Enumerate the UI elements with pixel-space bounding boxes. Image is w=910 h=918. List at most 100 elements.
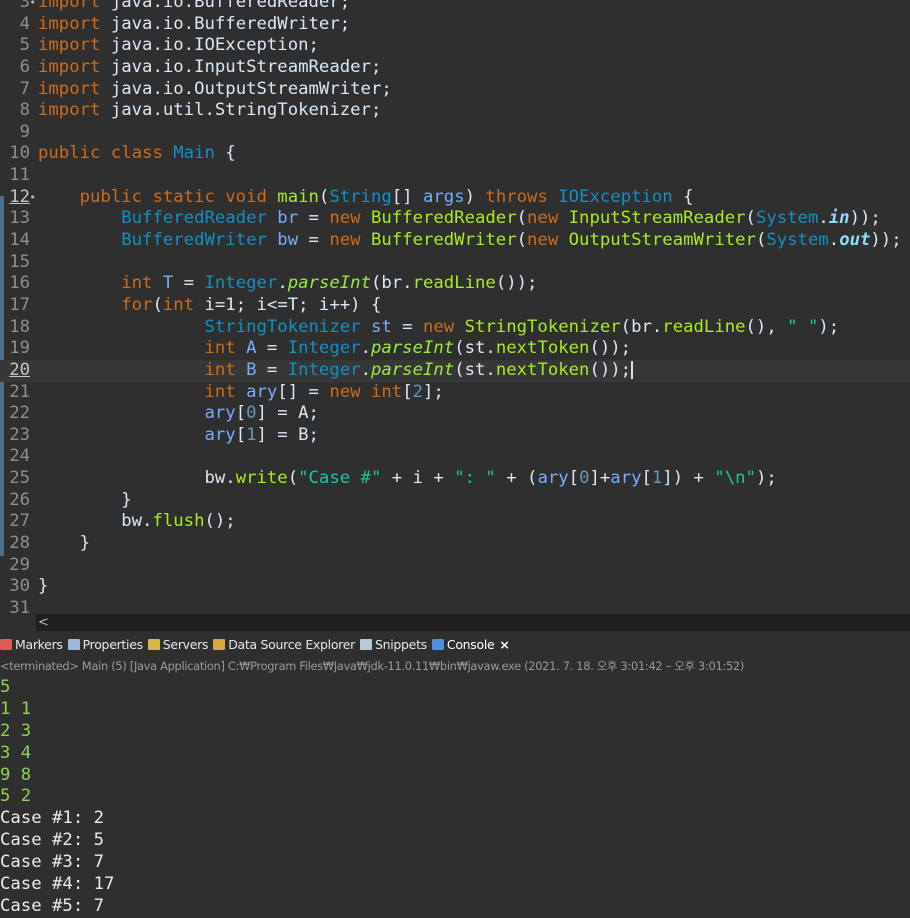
code-token: } xyxy=(38,533,91,554)
code-line[interactable]: 15 xyxy=(0,252,910,274)
tab-data-source-explorer[interactable]: Data Source Explorer xyxy=(213,633,355,657)
code-line[interactable]: 12 • public static void main(String[] arg… xyxy=(0,187,910,209)
code-text: ary[0] = A; xyxy=(30,403,318,425)
code-line[interactable]: 4 import java.io.BufferedWriter; xyxy=(0,14,910,36)
code-line[interactable]: 14 BufferedWriter bw = new BufferedWrite… xyxy=(0,230,910,252)
code-line[interactable]: 22 ary[0] = A; xyxy=(0,403,910,425)
code-line[interactable]: 17 for(int i=1; i<=T; i++) { xyxy=(0,295,910,317)
console-input-line: 9 8 xyxy=(0,764,32,785)
console-output[interactable]: 51 12 33 49 85 2 Case #1: 2 Case #2: 5 Case… xyxy=(0,677,910,916)
code-line[interactable]: 24 xyxy=(0,446,910,468)
code-line[interactable]: 5 import java.io.IOException; xyxy=(0,35,910,57)
line-number: 27 xyxy=(9,511,30,532)
code-token: ( xyxy=(152,294,163,315)
code-token: new xyxy=(329,381,371,402)
fold-icon[interactable]: • xyxy=(29,187,36,209)
code-token: ( xyxy=(745,208,756,229)
code-token: = xyxy=(173,273,205,294)
code-line[interactable]: 20 int B = Integer.parseInt(st.nextToken… xyxy=(0,359,910,382)
line-number: 22 xyxy=(9,403,30,424)
code-token: BufferedReader xyxy=(38,208,278,229)
code-line[interactable]: 23 ary[1] = B; xyxy=(0,425,910,447)
code-token: " " xyxy=(787,316,819,337)
code-lines[interactable]: 3 • import java.io.BufferedReader; 4 import … xyxy=(0,0,910,614)
code-text: bw.write("Case #" + i + ": " + (ary[0]+a… xyxy=(30,468,776,490)
console-output-line: Case #1: 2 xyxy=(0,808,105,829)
console-output-line: Case #4: 17 xyxy=(0,874,115,895)
code-token: StringTokenizer xyxy=(38,316,371,337)
code-line[interactable]: 6 import java.io.InputStreamReader; xyxy=(0,57,910,79)
line-number: 13 xyxy=(9,208,30,229)
line-number: 30 xyxy=(9,576,30,597)
code-line[interactable]: 11 xyxy=(0,165,910,187)
code-token: [] = xyxy=(277,381,330,402)
code-token: [ xyxy=(568,468,580,489)
code-line[interactable]: 9 xyxy=(0,122,910,144)
code-token: Integer xyxy=(204,273,278,294)
code-line[interactable]: 30} xyxy=(0,576,910,598)
code-text: public static void main(String[] args) t… xyxy=(30,187,694,209)
code-line[interactable]: 7 import java.io.OutputStreamWriter; xyxy=(0,79,910,101)
line-number: 18 xyxy=(9,316,30,337)
code-text: import java.util.StringTokenizer; xyxy=(30,100,381,122)
code-text: ary[1] = B; xyxy=(30,425,318,447)
code-text: bw.flush(); xyxy=(30,511,235,533)
close-icon[interactable]: × xyxy=(499,637,509,652)
code-token: import xyxy=(38,35,101,56)
code-text: public class Main { xyxy=(30,143,236,165)
scroll-left-icon[interactable]: < xyxy=(38,614,49,631)
code-token: + i + xyxy=(381,468,455,489)
code-token: (st. xyxy=(454,359,496,380)
code-token: public static void xyxy=(38,186,278,207)
console-status-line: <terminated> Main (5) [Java Application]… xyxy=(0,657,910,678)
line-number: 7 xyxy=(19,78,30,99)
tab-properties[interactable]: Properties xyxy=(67,633,143,657)
code-token: (st. xyxy=(454,338,496,359)
code-token: ary xyxy=(610,468,642,489)
code-text: import java.io.OutputStreamWriter; xyxy=(30,79,392,101)
code-token: ()); xyxy=(589,359,632,380)
data-source-icon xyxy=(213,639,226,650)
tab-servers[interactable]: Servers xyxy=(147,633,209,657)
tab-console[interactable]: Console × xyxy=(431,633,510,657)
line-number: 19 xyxy=(9,338,30,359)
code-line[interactable]: 18 StringTokenizer st = new StringTokeni… xyxy=(0,317,910,339)
code-token: = xyxy=(298,208,330,229)
code-line[interactable]: 8 import java.util.StringTokenizer; xyxy=(0,100,910,122)
code-token: A xyxy=(246,338,257,359)
code-line[interactable]: 13 BufferedReader br = new BufferedReade… xyxy=(0,208,910,230)
code-line[interactable]: 29 xyxy=(0,555,910,577)
code-token: (br. xyxy=(620,316,663,337)
code-line[interactable]: 21 int ary[] = new int[2]; xyxy=(0,382,910,404)
code-line[interactable]: 3 • import java.io.BufferedReader; xyxy=(0,0,910,14)
code-token: BufferedWriter xyxy=(38,230,278,251)
code-line[interactable]: 19 int A = Integer.parseInt(st.nextToken… xyxy=(0,338,910,360)
code-line[interactable]: 16 int T = Integer.parseInt(br.readLine(… xyxy=(0,273,910,295)
code-line[interactable]: 28 } xyxy=(0,533,910,555)
code-token: 2 xyxy=(412,381,423,402)
code-editor[interactable]: 3 • import java.io.BufferedReader; 4 import … xyxy=(0,0,910,614)
code-token: . xyxy=(828,230,840,251)
code-token: st xyxy=(370,316,392,337)
tab-snippets[interactable]: Snippets xyxy=(359,633,427,657)
code-token: int xyxy=(38,273,163,294)
code-token: bw. xyxy=(38,468,236,489)
horizontal-scrollbar[interactable]: < xyxy=(0,614,910,631)
code-token: T xyxy=(162,273,174,294)
line-number: 24 xyxy=(9,446,30,467)
code-line[interactable]: 27 bw.flush(); xyxy=(0,511,910,533)
code-token: java.io.InputStreamReader; xyxy=(100,56,382,77)
tab-markers[interactable]: Markers xyxy=(0,633,63,657)
code-line[interactable]: 25 bw.write("Case #" + i + ": " + (ary[0… xyxy=(0,468,910,490)
fold-icon[interactable]: • xyxy=(29,0,36,14)
line-number: 5 xyxy=(19,35,30,56)
code-line[interactable]: 31 xyxy=(0,598,910,614)
code-token: [] xyxy=(391,186,423,207)
code-text: import java.io.InputStreamReader; xyxy=(30,57,381,79)
code-text: int B = Integer.parseInt(st.nextToken())… xyxy=(30,359,634,382)
code-token: ) xyxy=(464,186,486,207)
code-token: new xyxy=(329,208,371,229)
code-line[interactable]: 26 } xyxy=(0,490,910,512)
code-text: int T = Integer.parseInt(br.readLine()); xyxy=(30,273,537,295)
code-line[interactable]: 10 public class Main { xyxy=(0,143,910,165)
